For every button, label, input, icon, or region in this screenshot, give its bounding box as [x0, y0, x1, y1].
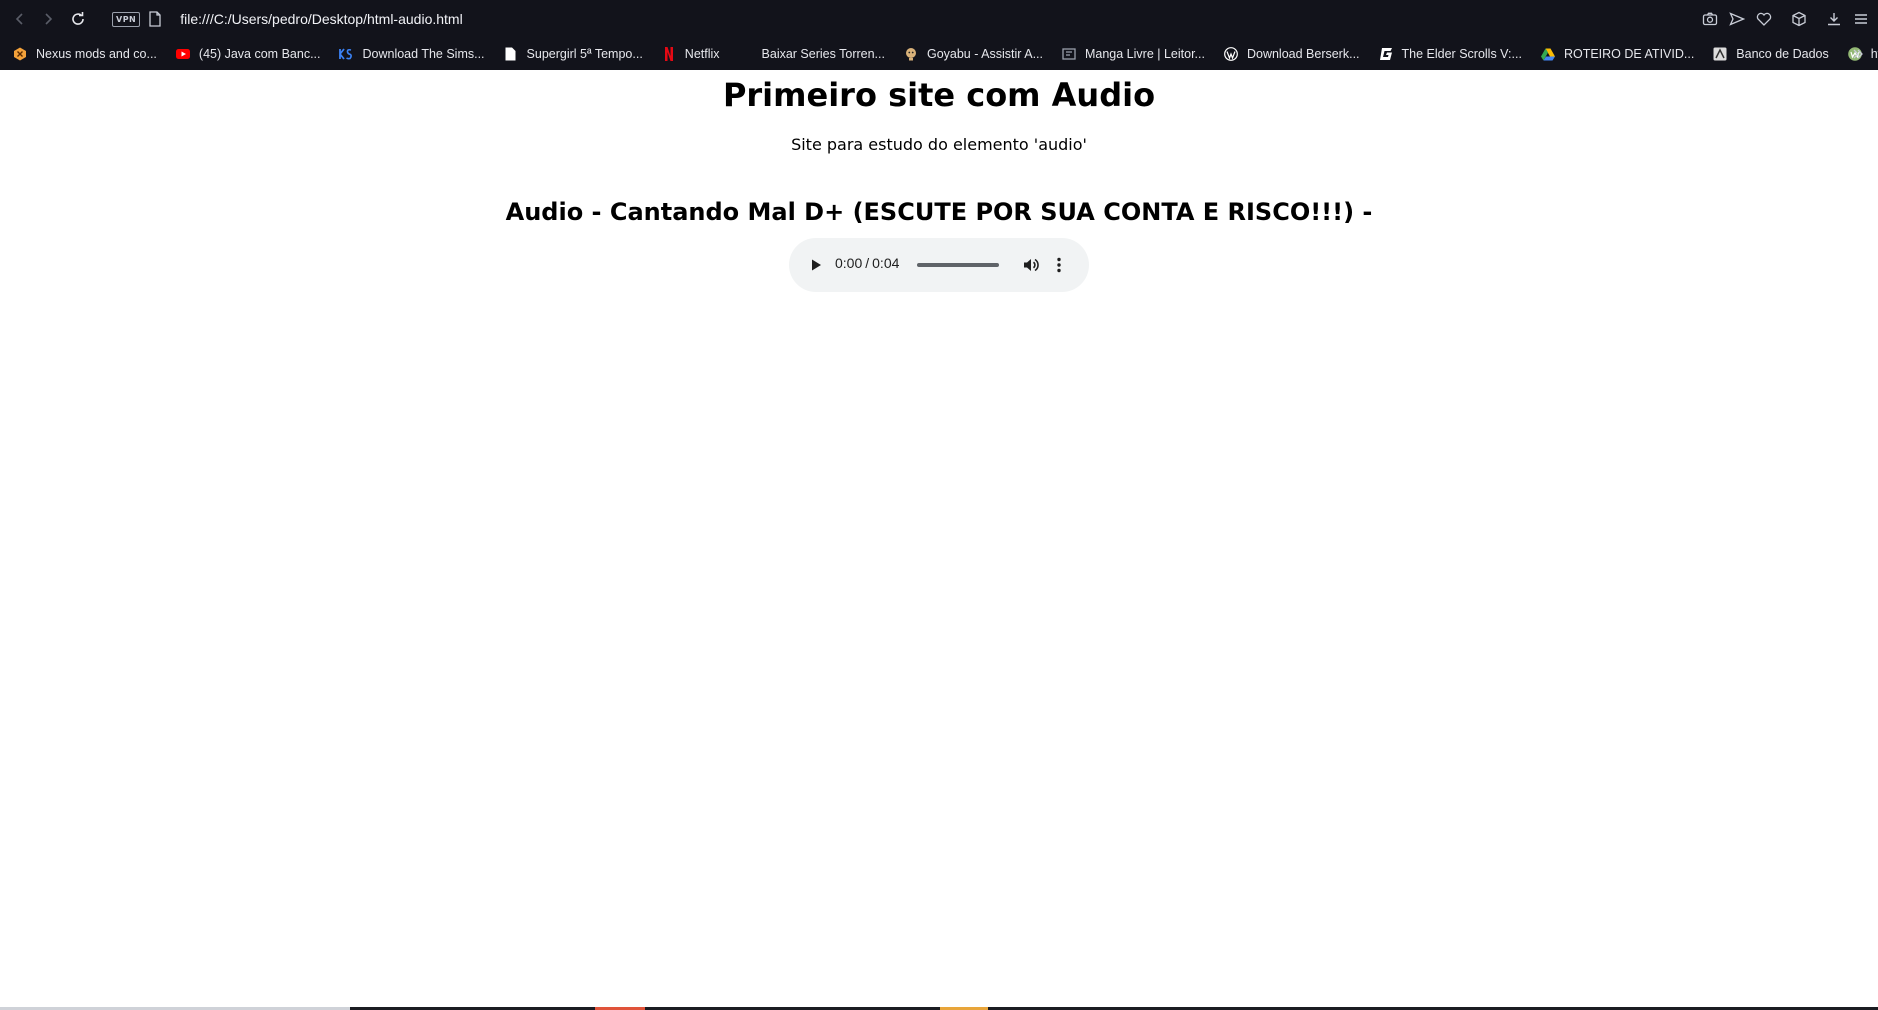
wordpress-icon — [1224, 47, 1238, 61]
bookmark-item[interactable]: Banco de Dados — [1700, 38, 1834, 70]
bookmark-label: https://pt.wikihow.c... — [1870, 47, 1878, 61]
double-chevron-right-icon — [1853, 49, 1863, 59]
banco-icon — [1713, 47, 1727, 61]
bookmark-item[interactable]: The Elder Scrolls V:... — [1366, 38, 1528, 70]
page-subtitle: Site para estudo do elemento 'audio' — [791, 135, 1087, 154]
bookmark-item[interactable]: Netflix — [649, 38, 726, 70]
heart-icon — [1756, 12, 1772, 26]
browser-toolbar: VPN file:///C:/Users/pedro/Desktop/html-… — [0, 0, 1878, 38]
current-time: 0:00 — [835, 255, 863, 271]
bookmark-item[interactable]: Supergirl 5ª Tempo... — [491, 38, 649, 70]
bookmark-item[interactable]: ROTEIRO DE ATIVID... — [1528, 38, 1700, 70]
forward-button[interactable] — [36, 7, 60, 31]
more-options-button[interactable] — [1051, 253, 1067, 277]
cube-icon — [1792, 11, 1806, 27]
time-separator: / — [865, 255, 870, 271]
bookmark-label: ROTEIRO DE ATIVID... — [1563, 47, 1695, 61]
menu-button[interactable] — [1852, 7, 1870, 31]
volume-button[interactable] — [1019, 253, 1043, 277]
snapshot-button[interactable] — [1701, 7, 1719, 31]
bookmark-item[interactable]: Download The Sims... — [326, 38, 490, 70]
bookmark-label: Netflix — [684, 47, 720, 61]
play-icon — [812, 259, 821, 271]
hamburger-icon — [1855, 14, 1867, 24]
bookmark-item[interactable]: Download Berserk... — [1211, 38, 1366, 70]
bookmark-label: Manga Livre | Leitor... — [1084, 47, 1205, 61]
bookmark-label: Banco de Dados — [1736, 47, 1829, 61]
play-button[interactable] — [804, 253, 828, 277]
bookmarks-overflow-button[interactable] — [1852, 38, 1864, 70]
bookmark-label: Nexus mods and co... — [36, 47, 157, 61]
bookmark-label: Download Berserk... — [1246, 47, 1360, 61]
extensions-button[interactable] — [1790, 7, 1808, 31]
page-content: Primeiro site com Audio Site para estudo… — [0, 70, 1878, 1010]
manga-icon — [1062, 47, 1076, 61]
seek-slider[interactable] — [917, 263, 999, 267]
downloads-button[interactable] — [1825, 7, 1843, 31]
g-icon — [1379, 47, 1393, 61]
audio-player: 0:00/0:04 — [789, 238, 1089, 292]
download-icon — [1828, 13, 1840, 26]
forward-arrow-icon — [45, 13, 53, 25]
vertical-dots-icon — [1057, 257, 1061, 273]
vpn-badge[interactable]: VPN — [112, 11, 141, 27]
duration: 0:04 — [872, 255, 900, 271]
bookmark-label: Download The Sims... — [362, 47, 485, 61]
youtube-icon — [175, 47, 190, 61]
bookmark-label: Baixar Series Torren... — [761, 47, 885, 61]
bookmark-item[interactable]: Nexus mods and co... — [0, 38, 163, 70]
document-icon — [504, 47, 518, 61]
ks-icon — [339, 47, 353, 61]
netflix-icon — [662, 47, 676, 61]
back-button[interactable] — [8, 7, 32, 31]
bookmark-item[interactable]: (45) Java com Banc... — [163, 38, 327, 70]
bookmarks-bar: Nexus mods and co... (45) Java com Banc..… — [0, 38, 1878, 70]
goyabu-icon — [904, 47, 918, 61]
time-display: 0:00/0:04 — [835, 255, 899, 271]
page-title: Primeiro site com Audio — [722, 76, 1156, 114]
reload-button[interactable] — [66, 7, 90, 31]
bookmark-item[interactable]: Baixar Series Torren... — [726, 38, 891, 70]
bookmark-item[interactable]: Goyabu - Assistir A... — [891, 38, 1049, 70]
send-button[interactable] — [1728, 7, 1746, 31]
reload-icon — [72, 12, 84, 25]
back-arrow-icon — [15, 13, 23, 25]
bookmark-label: Goyabu - Assistir A... — [926, 47, 1043, 61]
bookmark-label: (45) Java com Banc... — [198, 47, 321, 61]
nexus-mods-icon — [13, 47, 27, 61]
send-icon — [1729, 12, 1745, 26]
google-drive-icon — [1540, 47, 1555, 61]
address-bar[interactable]: file:///C:/Users/pedro/Desktop/html-audi… — [180, 11, 462, 27]
audio-heading: Audio - Cantando Mal D+ (ESCUTE POR SUA … — [505, 198, 1373, 226]
page-icon — [149, 11, 161, 27]
camera-icon — [1702, 12, 1718, 26]
bookmark-label: The Elder Scrolls V:... — [1401, 47, 1522, 61]
favorites-button[interactable] — [1755, 7, 1773, 31]
bookmark-item[interactable]: Manga Livre | Leitor... — [1049, 38, 1211, 70]
volume-icon — [1024, 258, 1039, 272]
bookmark-label: Supergirl 5ª Tempo... — [526, 47, 643, 61]
blank-icon — [739, 47, 753, 61]
